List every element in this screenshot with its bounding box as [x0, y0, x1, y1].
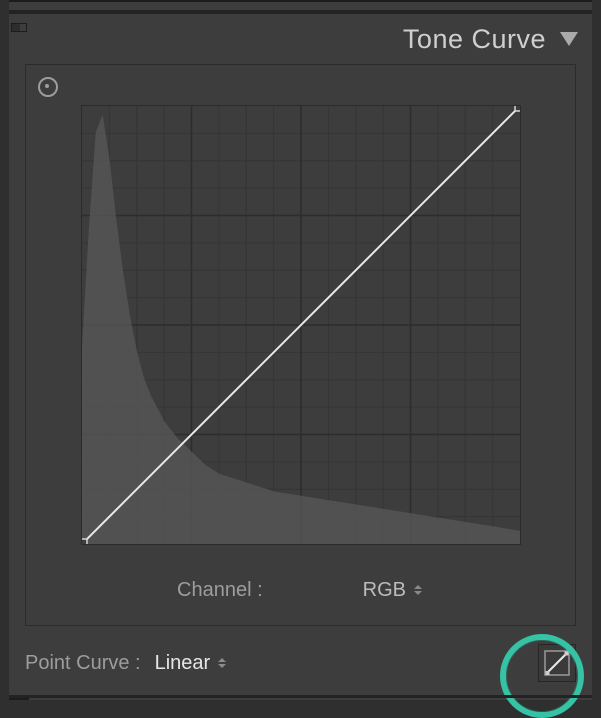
tone-curve-panel: Tone Curve Channel : RGB Point Curve : — [9, 0, 592, 700]
point-curve-dropdown[interactable]: Linear — [155, 652, 229, 675]
point-curve-value: Linear — [155, 652, 211, 675]
separator — [9, 2, 592, 10]
stepper-arrows-icon — [414, 585, 424, 595]
curve-edit-icon — [544, 650, 570, 676]
targeted-adjustment-tool-icon[interactable] — [38, 77, 62, 101]
stepper-arrows-icon — [218, 658, 228, 668]
channel-label: Channel : — [177, 579, 263, 602]
channel-dropdown[interactable]: RGB — [363, 579, 424, 602]
tone-curve-plot[interactable] — [81, 105, 521, 545]
collapse-triangle-icon[interactable] — [558, 30, 580, 48]
channel-row: Channel : RGB — [26, 575, 575, 605]
channel-value: RGB — [363, 579, 406, 602]
tone-curve-body: Channel : RGB — [25, 64, 576, 626]
panel-enable-switch[interactable] — [9, 22, 29, 32]
separator — [9, 10, 592, 14]
panel-title: Tone Curve — [403, 24, 546, 55]
point-curve-toggle-button[interactable] — [538, 644, 576, 682]
panel-header[interactable]: Tone Curve — [9, 16, 592, 62]
separator — [9, 695, 592, 698]
point-curve-label: Point Curve : — [25, 652, 141, 675]
point-curve-row: Point Curve : Linear — [25, 636, 576, 690]
